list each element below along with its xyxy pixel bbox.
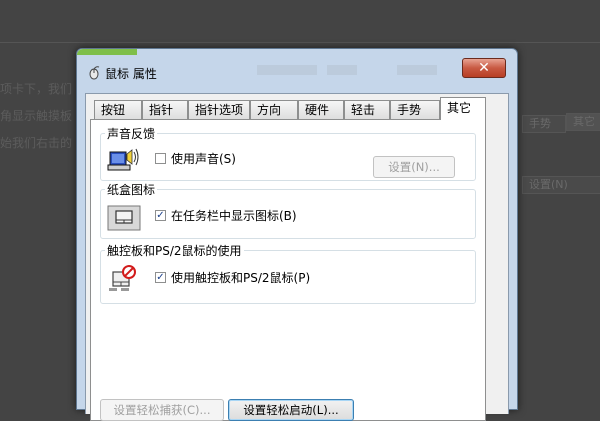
title-ghost-text xyxy=(397,65,437,75)
easy-capture-button[interactable]: 设置轻松捕获(C)... xyxy=(100,399,224,421)
mouse-icon xyxy=(87,66,101,84)
group-tray-icon: 纸盒图标 ✓ 在任务栏中显示图标(B) xyxy=(100,181,476,239)
use-touchpad-ps2-label: 使用触控板和PS/2鼠标(P) xyxy=(171,271,311,285)
group-label-tray: 纸盒图标 xyxy=(105,181,158,198)
touchpad-tray-icon xyxy=(107,204,141,231)
title-ghost-text xyxy=(257,65,317,75)
group-touchpad-ps2: 触控板和PS/2鼠标的使用 ✓ 使用触控板和PS/2鼠标(P) xyxy=(100,242,476,304)
use-sound-label: 使用声音(S) xyxy=(171,152,236,166)
tab-pointers[interactable]: 指针 xyxy=(142,100,188,119)
background-text-line-1: 项卡下，我们 xyxy=(0,82,73,96)
touchpad-disable-icon xyxy=(107,264,139,291)
mouse-properties-window: 鼠标 属性 ✕ 按钮 指针 指针选项 方向 硬件 轻击 手势 其它 声音反馈 使… xyxy=(76,48,518,421)
tab-buttons[interactable]: 按钮 xyxy=(94,100,142,119)
background-divider xyxy=(0,42,600,43)
tab-other[interactable]: 其它 xyxy=(440,97,486,120)
tab-tapping[interactable]: 轻击 xyxy=(344,100,390,119)
show-tray-icon-label: 在任务栏中显示图标(B) xyxy=(171,209,297,223)
sound-settings-button[interactable]: 设置(N)... xyxy=(373,156,455,178)
title-bar[interactable]: 鼠标 属性 xyxy=(77,49,517,81)
easy-launch-button[interactable]: 设置轻松启动(L)... xyxy=(228,399,354,421)
dialog-client-area: 按钮 指针 指针选项 方向 硬件 轻击 手势 其它 声音反馈 使用声音(S) 设… xyxy=(85,93,509,421)
background-tab-gesture: 手势 xyxy=(522,115,566,133)
tab-orientation[interactable]: 方向 xyxy=(250,100,298,119)
tab-pointer-options[interactable]: 指针选项 xyxy=(188,100,250,119)
group-label-sound: 声音反馈 xyxy=(105,125,158,142)
group-label-touchpad: 触控板和PS/2鼠标的使用 xyxy=(105,242,244,259)
background-text-line-2: 角显示触摸板 xyxy=(0,109,73,123)
tab-panel-other: 声音反馈 使用声音(S) 设置(N)... 纸盒图标 ✓ 在任务栏中显示图标(B… xyxy=(90,119,486,421)
background-settings-button: 设置(N) xyxy=(522,176,600,194)
speaker-icon xyxy=(107,144,139,171)
title-ghost-text xyxy=(327,65,357,75)
tab-gestures[interactable]: 手势 xyxy=(390,100,440,119)
use-sound-checkbox[interactable] xyxy=(155,153,166,164)
group-sound-feedback: 声音反馈 使用声音(S) 设置(N)... xyxy=(100,125,476,181)
close-button[interactable]: ✕ xyxy=(462,58,506,78)
use-touchpad-ps2-checkbox[interactable]: ✓ xyxy=(155,272,166,283)
tab-hardware[interactable]: 硬件 xyxy=(298,100,344,119)
background-tab-other: 其它 xyxy=(566,113,600,131)
background-text-line-3: 始我们右击的 xyxy=(0,136,73,150)
window-title: 鼠标 属性 xyxy=(105,67,157,81)
close-icon: ✕ xyxy=(478,60,490,76)
show-tray-icon-checkbox[interactable]: ✓ xyxy=(155,210,166,221)
